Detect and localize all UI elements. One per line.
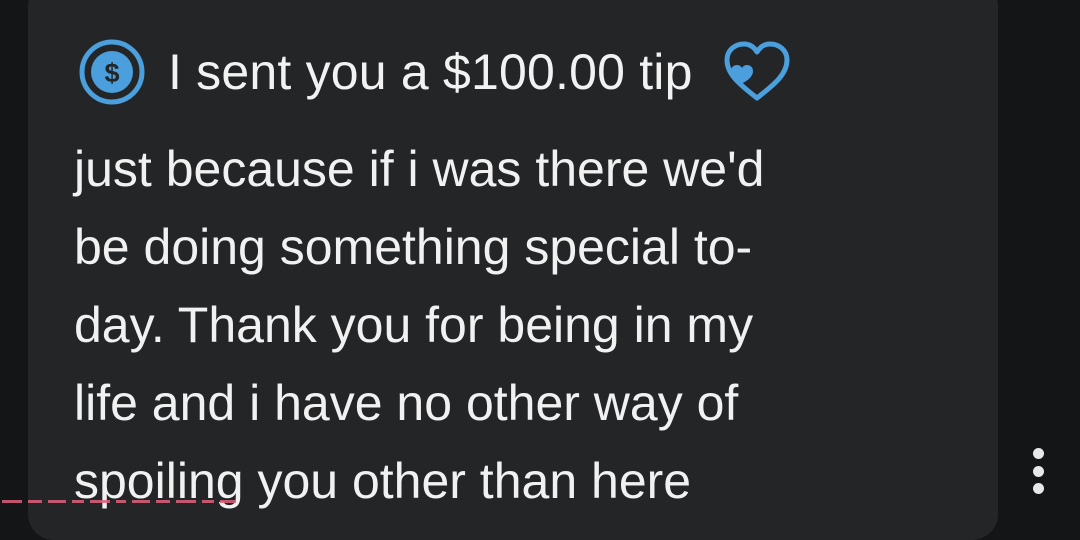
tip-header: $ I sent you a $100.00 tip (78, 36, 793, 108)
message-line: life and i have no other way of (74, 375, 739, 431)
message-line: just because if i was there we'd (74, 141, 765, 197)
tip-title: I sent you a $100.00 tip (168, 44, 693, 100)
message-line: spoiling you other than here (74, 453, 692, 509)
message-line: be doing something special to- (74, 219, 753, 275)
menu-dot (1032, 465, 1044, 477)
menu-dot (1032, 448, 1044, 459)
svg-text:$: $ (104, 58, 119, 88)
dollar-circle-icon: $ (78, 38, 146, 106)
message-line: day. Thank you for being in my (74, 297, 754, 353)
message-text: just because if i was there we'd be doin… (74, 130, 934, 520)
more-vertical-icon[interactable] (1026, 448, 1050, 494)
menu-dot (1032, 483, 1044, 494)
heart-outline-icon[interactable] (721, 40, 793, 104)
chat-screen: $ I sent you a $100.00 tip just because … (0, 0, 1080, 540)
watermark (0, 494, 240, 508)
